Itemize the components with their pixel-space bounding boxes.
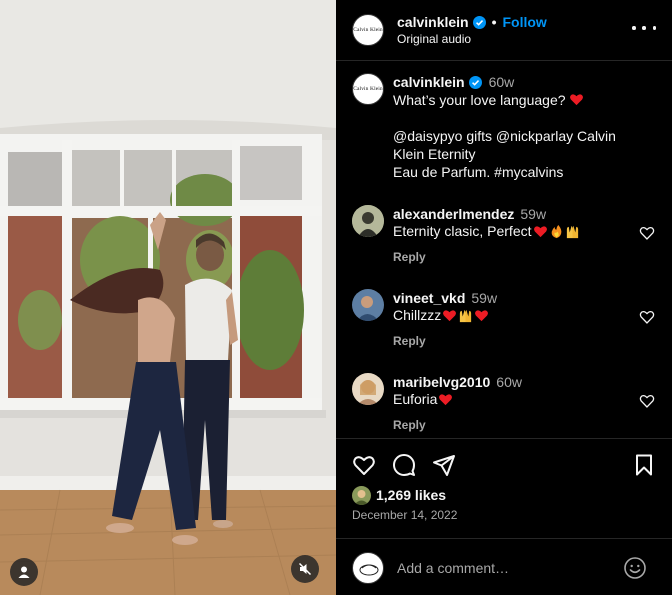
caption-timestamp[interactable]: 60w [489, 74, 515, 90]
caption-product: Klein Eternity [393, 146, 476, 162]
caption-mentions: @daisypyo gifts @nickparlay Calvin [393, 128, 616, 144]
user-tag-button[interactable] [10, 558, 38, 586]
comment-like-heart-icon[interactable] [639, 225, 655, 241]
avatar-logo-text: Calvin Klein [353, 27, 383, 33]
audio-label[interactable]: Original audio [397, 32, 471, 46]
header-separator: • [491, 14, 497, 30]
comment-timestamp[interactable]: 60w [496, 374, 522, 390]
caption-author-username[interactable]: calvinklein [393, 74, 465, 90]
caption-hashtag-line: Eau de Parfum. #mycalvins [393, 164, 564, 180]
commenter-username[interactable]: alexanderlmendez [393, 206, 514, 222]
likes-count[interactable]: 1,269 likes [376, 487, 446, 503]
reply-button[interactable]: Reply [393, 418, 426, 432]
video-frame-image [0, 0, 336, 595]
author-username[interactable]: calvinklein [397, 14, 469, 30]
comment-header: vineet_vkd 59w [393, 290, 497, 306]
comment-text: Eternity clasic, Perfect [393, 223, 580, 239]
verified-badge-icon [472, 15, 486, 29]
user-tag-icon [18, 566, 30, 578]
header-divider [336, 60, 672, 61]
mute-button[interactable] [291, 555, 319, 583]
comment-text: Chillzzz [393, 307, 489, 323]
post-media-video[interactable] [0, 0, 336, 595]
share-icon[interactable] [432, 453, 456, 477]
red-heart-emoji [439, 393, 453, 405]
reply-button[interactable]: Reply [393, 250, 426, 264]
comment-header: alexanderlmendez 59w [393, 206, 546, 222]
commenter-avatar[interactable] [352, 205, 384, 237]
post-date[interactable]: December 14, 2022 [352, 508, 457, 522]
commenter-username[interactable]: maribelvg2010 [393, 374, 490, 390]
more-options-button[interactable] [632, 20, 656, 36]
comment-like-heart-icon[interactable] [639, 393, 655, 409]
comment-timestamp[interactable]: 59w [520, 206, 546, 222]
red-heart-emoji [570, 94, 584, 106]
caption-text: What’s your love language? [393, 92, 584, 108]
current-user-avatar[interactable] [352, 552, 384, 584]
red-heart-emoji [475, 309, 489, 321]
fire-emoji [551, 224, 561, 238]
post-header: calvinklein • Follow [397, 14, 547, 30]
commenter-username[interactable]: vineet_vkd [393, 290, 465, 306]
emoji-icon[interactable] [623, 556, 647, 580]
comment-like-heart-icon[interactable] [639, 309, 655, 325]
comment-timestamp[interactable]: 59w [471, 290, 497, 306]
caption-header: calvinklein 60w [393, 74, 514, 90]
author-avatar[interactable]: Calvin Klein [352, 14, 384, 46]
comments-divider [336, 438, 672, 439]
verified-badge-icon [468, 75, 482, 89]
comment-header: maribelvg2010 60w [393, 374, 522, 390]
heart-icon[interactable] [352, 453, 376, 477]
mute-icon [298, 562, 312, 576]
more-options-icon [632, 26, 636, 30]
commenter-avatar[interactable] [352, 373, 384, 405]
comment-icon[interactable] [392, 453, 416, 477]
raising-hands-emoji [460, 309, 472, 322]
caption-author-avatar[interactable]: Calvin Klein [352, 73, 384, 105]
follow-button[interactable]: Follow [503, 14, 547, 30]
commenter-avatar[interactable] [352, 289, 384, 321]
red-heart-emoji [443, 309, 457, 321]
bookmark-icon[interactable] [632, 453, 656, 477]
add-comment-input[interactable]: Add a comment… [397, 560, 509, 576]
add-comment-divider [336, 538, 672, 539]
post-details-panel: Calvin Klein calvinklein • Follow Origin… [336, 0, 672, 595]
liker-avatar[interactable] [352, 486, 371, 505]
comment-text: Euforia [393, 391, 453, 407]
reply-button[interactable]: Reply [393, 334, 426, 348]
raising-hands-emoji [566, 225, 578, 238]
red-heart-emoji [533, 225, 547, 237]
